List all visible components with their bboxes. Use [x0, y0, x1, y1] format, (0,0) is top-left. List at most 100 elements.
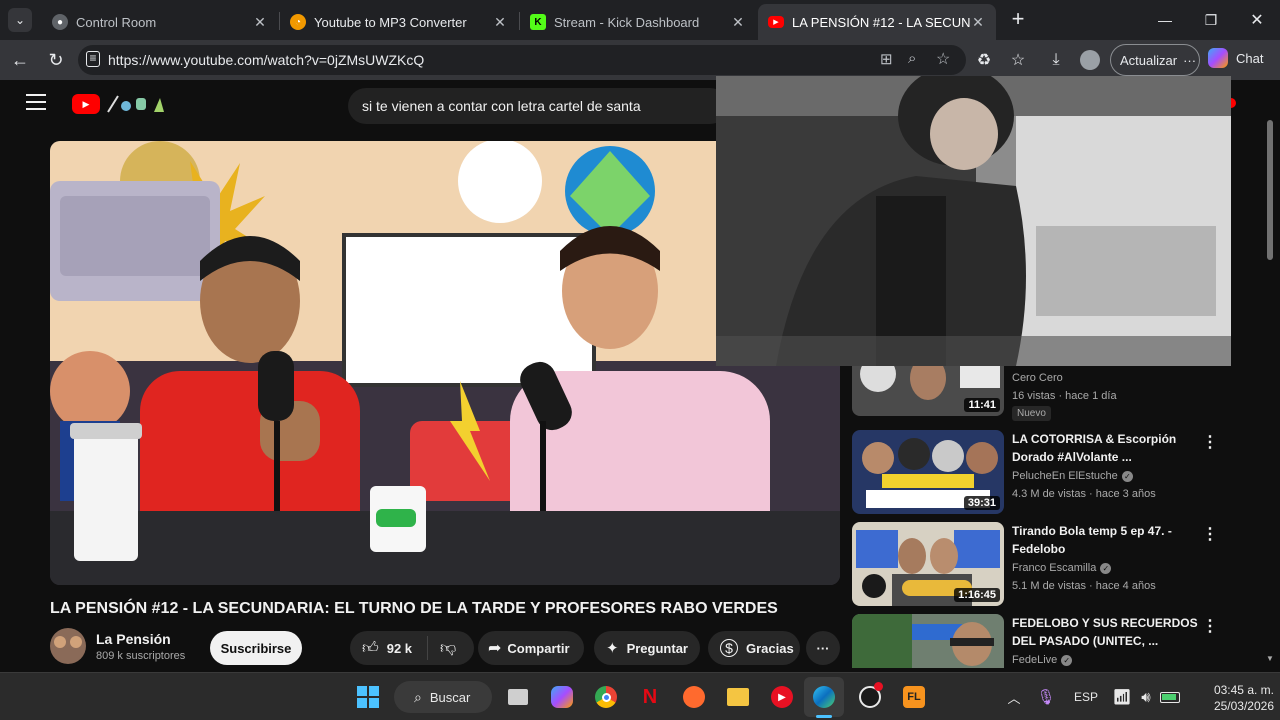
apps-icon[interactable]: ⊞	[880, 50, 893, 68]
more-options-icon[interactable]: ⋮	[1202, 524, 1218, 544]
like-count: 92 k	[386, 640, 413, 656]
video-title[interactable]: Tirando Bola temp 5 ep 47. - Fedelobo	[1012, 522, 1207, 558]
site-info-icon[interactable]: ≡	[86, 51, 100, 67]
minimize-icon[interactable]: —	[1142, 0, 1188, 40]
taskbar-search-label: Buscar	[429, 689, 471, 705]
clock[interactable]: 03:45 a. m. 25/03/2026	[1188, 682, 1274, 714]
close-tab-icon[interactable]: ✕	[730, 14, 746, 31]
downloads-icon[interactable]: ⤓	[1044, 48, 1068, 72]
language-indicator[interactable]: ESP	[1074, 690, 1098, 704]
close-tab-icon[interactable]: ✕	[492, 14, 508, 31]
share-button[interactable]: ➦ Compartir	[478, 631, 584, 665]
webcam-overlay[interactable]	[716, 76, 1231, 366]
kick-icon: K	[530, 14, 546, 30]
sparkle-icon: ✦	[606, 640, 619, 657]
tab-label: LA PENSIÓN #12 - LA SECUNDARIA	[792, 14, 970, 30]
search-input[interactable]: si te vienen a contar con letra cartel d…	[348, 88, 728, 124]
windows-taskbar: ⌕ Buscar N ▶ FL ︿ 🎙︎ ESP 📶︎ 🔊︎ 03:45 a. …	[0, 672, 1280, 720]
channel-name[interactable]: FedeLive ✓	[1012, 654, 1073, 666]
video-meta: 16 vistas · hace 1 día	[1012, 390, 1117, 402]
tab-kick-dashboard[interactable]: K Stream - Kick Dashboard ✕	[520, 4, 756, 40]
address-bar[interactable]: ≡ https://www.youtube.com/watch?v=0jZMsU…	[78, 45, 966, 75]
video-duration: 1:16:45	[954, 588, 1000, 602]
zoom-icon[interactable]: ⌕	[908, 50, 916, 67]
title-line: Tirando Bola temp 5 ep 47. -	[1012, 524, 1172, 538]
video-meta: 4.3 M de vistas · hace 3 años	[1012, 488, 1156, 500]
menu-hamburger-icon[interactable]	[26, 94, 46, 110]
task-view-icon[interactable]	[504, 683, 532, 711]
youtube-logo-icon[interactable]: ▶	[72, 94, 100, 114]
tab-control-room[interactable]: ● Control Room ✕	[42, 4, 278, 40]
reload-icon[interactable]: ↻	[44, 48, 68, 72]
subscribe-button[interactable]: Suscribirse	[210, 631, 302, 665]
copilot-app-icon[interactable]	[548, 683, 576, 711]
chrome-icon[interactable]	[592, 683, 620, 711]
tab-youtube-active[interactable]: ▶ LA PENSIÓN #12 - LA SECUNDARIA ✕	[758, 4, 996, 40]
media-player-icon[interactable]: ▶	[768, 683, 796, 711]
recommendation-item[interactable]: FEDELOBO Y SUS RECUERDOS DEL PASADO (UNI…	[852, 614, 1252, 668]
title-line: LA COTORRISA & Escorpión	[1012, 432, 1177, 446]
page-scrollbar[interactable]: ▼	[1266, 80, 1274, 668]
url-text: https://www.youtube.com/watch?v=0jZMsUWZ…	[108, 52, 425, 68]
favorites-icon[interactable]: ☆	[1006, 48, 1030, 72]
start-windows-icon[interactable]	[354, 683, 382, 711]
title-line: Fedelobo	[1012, 542, 1066, 556]
new-tab-icon[interactable]: +	[1006, 8, 1030, 32]
video-thumbnail[interactable]	[852, 614, 1004, 668]
thanks-button[interactable]: $ Gracias	[708, 631, 800, 665]
update-button[interactable]: Actualizar ···	[1110, 44, 1200, 76]
close-window-icon[interactable]: ✕	[1234, 0, 1280, 40]
video-title[interactable]: FEDELOBO Y SUS RECUERDOS DEL PASADO (UNI…	[1012, 614, 1207, 650]
webcam-image	[716, 76, 1231, 366]
thumbs-up-icon: 👍︎	[362, 639, 379, 657]
file-explorer-icon[interactable]	[724, 683, 752, 711]
fl-studio-icon[interactable]: FL	[900, 683, 928, 711]
chat-button[interactable]: Chat	[1208, 48, 1263, 68]
close-tab-icon[interactable]: ✕	[970, 14, 986, 31]
video-duration: 11:41	[964, 398, 1000, 412]
channel-name[interactable]: La Pensión	[96, 631, 171, 647]
back-arrow-icon[interactable]: ←	[8, 48, 32, 72]
channel-name[interactable]: Franco Escamilla ✓	[1012, 562, 1112, 574]
title-line: FEDELOBO Y SUS RECUERDOS	[1012, 616, 1198, 630]
battery-icon[interactable]	[1156, 683, 1184, 711]
video-thumbnail[interactable]: 1:16:45	[852, 522, 1004, 606]
recommendation-item[interactable]: 1:16:45 Tirando Bola temp 5 ep 47. - Fed…	[852, 522, 1252, 608]
tab-mp3-converter[interactable]: ◔ Youtube to MP3 Converter ✕	[280, 4, 518, 40]
more-options-icon[interactable]: ⋮	[1202, 616, 1218, 636]
title-line: Dorado #AlVolante ...	[1012, 450, 1132, 464]
super-thanks-icon: $	[720, 639, 738, 657]
video-title: LA PENSIÓN #12 - LA SECUNDARIA: EL TURNO…	[50, 600, 778, 617]
more-actions-icon: ···	[816, 640, 830, 656]
like-button[interactable]: 👍︎ 92 k	[350, 636, 428, 660]
search-icon: ⌕	[414, 688, 422, 705]
ask-button[interactable]: ✦ Preguntar	[594, 631, 700, 665]
microphone-icon[interactable]: 🎙︎	[1032, 683, 1060, 711]
converter-icon: ◔	[290, 14, 306, 30]
recommendation-item[interactable]: 39:31 LA COTORRISA & Escorpión Dorado #A…	[852, 430, 1252, 516]
browser-tab-strip: ⌄ ● Control Room ✕ ◔ Youtube to MP3 Conv…	[0, 0, 1280, 40]
tab-list-chevron-icon[interactable]: ⌄	[8, 8, 32, 32]
taskbar-search[interactable]: ⌕ Buscar	[394, 681, 492, 713]
restore-icon[interactable]: ❐	[1188, 0, 1234, 40]
bookmark-star-icon[interactable]: ☆	[936, 49, 950, 69]
tray-chevron-icon[interactable]: ︿	[1000, 683, 1028, 711]
clock-time: 03:45 a. m.	[1213, 683, 1274, 697]
video-title[interactable]: LA COTORRISA & Escorpión Dorado #AlVolan…	[1012, 430, 1207, 466]
more-options-icon[interactable]: ⋮	[1202, 432, 1218, 452]
channel-name[interactable]: Cero Cero	[1012, 372, 1063, 384]
edge-browser-icon[interactable]	[810, 683, 838, 711]
capture-app-icon[interactable]	[680, 683, 708, 711]
channel-name[interactable]: PelucheEn ElEstuche ✓	[1012, 470, 1133, 482]
profile-avatar[interactable]	[1080, 50, 1100, 70]
thumbs-down-icon[interactable]: 👎︎	[440, 639, 456, 658]
obs-icon[interactable]	[856, 682, 884, 711]
video-thumbnail[interactable]: 39:31	[852, 430, 1004, 514]
extensions-icon[interactable]: ♻	[972, 48, 996, 72]
close-tab-icon[interactable]: ✕	[252, 14, 268, 31]
more-actions-button[interactable]: ···	[806, 631, 840, 665]
netflix-icon[interactable]: N	[636, 683, 664, 711]
browser-toolbar: ← ↻ ≡ https://www.youtube.com/watch?v=0j…	[0, 40, 1280, 80]
channel-avatar[interactable]	[50, 628, 86, 664]
channel-label: Franco Escamilla	[1012, 562, 1097, 574]
